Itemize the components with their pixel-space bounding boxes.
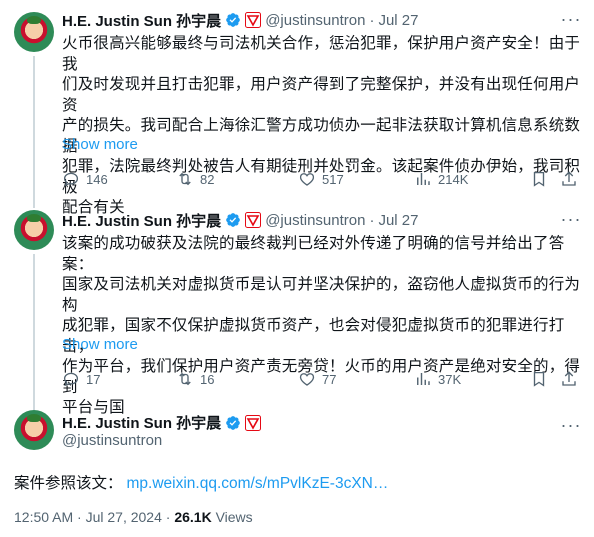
author-name[interactable]: H.E. Justin Sun 孙宇晨 — [62, 412, 221, 433]
tweet-header: H.E. Justin Sun 孙宇晨 @justinsuntron · Jul… — [62, 10, 419, 30]
views-chart-icon — [417, 373, 430, 385]
share-icon — [562, 171, 576, 186]
tron-affiliate-icon[interactable] — [245, 414, 262, 431]
author-name[interactable]: H.E. Justin Sun 孙宇晨 — [62, 210, 221, 231]
heart-icon — [299, 173, 315, 186]
tron-affiliate-icon[interactable] — [245, 212, 262, 228]
thread-connector-line — [33, 200, 35, 208]
separator-dot: · — [369, 211, 375, 229]
like-count: 517 — [322, 171, 344, 187]
avatar[interactable] — [14, 210, 54, 250]
reply-button[interactable]: 17 — [62, 370, 100, 388]
reply-count: 146 — [86, 171, 108, 187]
tweet-text: 该案的成功破获及法院的最终裁判已经对外传递了明确的信号并给出了答案： 国家及司法… — [62, 234, 582, 419]
thread-connector-line — [33, 402, 35, 410]
verified-badge-icon[interactable] — [225, 12, 241, 28]
reply-icon — [63, 172, 79, 187]
tweet-date[interactable]: Jul 27 — [378, 12, 418, 29]
main-views-count: 26.1K — [174, 509, 212, 525]
tweet-text-line: 产的损失。我司配合上海徐汇警方成功侦办一起非法获取计算机信息系统数据 — [62, 117, 581, 155]
tweet-header: H.E. Justin Sun 孙宇晨 @justinsuntron · Jul… — [62, 210, 419, 230]
reply-count: 17 — [86, 371, 101, 387]
tweet-text: 火币很高兴能够最终与司法机关合作，惩治犯罪，保护用户资产安全！由于我 们及时发现… — [62, 34, 582, 219]
views-chart-icon — [417, 173, 430, 185]
bookmark-button[interactable] — [530, 170, 548, 188]
verified-badge-icon[interactable] — [225, 212, 241, 228]
main-tweet-text: 案件参照该文： mp.weixin.qq.com/s/mPvlKzE-3cXN… — [14, 471, 388, 493]
author-handle[interactable]: @justinsuntron — [265, 12, 365, 29]
bookmark-button[interactable] — [530, 370, 548, 388]
share-icon — [562, 371, 576, 386]
separator-dot: · — [369, 11, 375, 29]
views-button[interactable]: 37K — [414, 370, 461, 388]
show-more-link[interactable]: Show more — [62, 136, 138, 153]
author-name[interactable]: H.E. Justin Sun 孙宇晨 — [62, 10, 221, 31]
more-dots-icon[interactable]: ··· — [560, 210, 582, 232]
article-link[interactable]: mp.weixin.qq.com/s/mPvlKzE-3cXN… — [127, 475, 389, 492]
tweet-text-line: 国家及司法机关对虚拟货币是认可并坚决保护的，盗窃他人虚拟货币的行为构 — [62, 276, 581, 314]
like-count: 77 — [322, 371, 337, 387]
retweet-button[interactable]: 82 — [176, 170, 214, 188]
thread-connector-line — [33, 254, 35, 406]
verified-badge-icon[interactable] — [225, 415, 241, 431]
tweet-text-line: 成犯罪，国家不仅保护虚拟货币资产，也会对侵犯虚拟货币的犯罪进行打击， — [62, 317, 565, 355]
views-label: Views — [215, 509, 253, 525]
reply-button[interactable]: 146 — [62, 170, 108, 188]
thread-tweet-1[interactable]: H.E. Justin Sun 孙宇晨 @justinsuntron · Jul… — [0, 0, 594, 216]
like-button[interactable]: 77 — [298, 370, 336, 388]
retweet-button[interactable]: 16 — [176, 370, 214, 388]
heart-icon — [299, 373, 315, 386]
tweet-date[interactable]: Jul 27 — [378, 212, 418, 229]
tweet-text-line: 火币很高兴能够最终与司法机关合作，惩治犯罪，保护用户资产安全！由于我 — [62, 35, 581, 73]
views-button[interactable]: 214K — [414, 170, 468, 188]
share-button[interactable] — [560, 370, 578, 388]
retweet-icon — [179, 372, 191, 386]
tweet-meta: 12:50 AM · Jul 27, 2024 · 26.1K Views — [14, 509, 253, 525]
more-dots-icon[interactable]: ··· — [560, 10, 582, 32]
tweet-text-line: 该案的成功破获及法院的最终裁判已经对外传递了明确的信号并给出了答案： — [62, 235, 565, 273]
views-count: 37K — [438, 371, 462, 387]
tweet-actions: 146 82 517 214K — [62, 170, 582, 190]
more-dots-icon[interactable]: ··· — [560, 416, 582, 438]
avatar[interactable] — [14, 410, 54, 450]
thread-connector-line — [33, 56, 35, 206]
bookmark-icon — [533, 171, 545, 187]
retweet-count: 16 — [200, 371, 215, 387]
like-button[interactable]: 517 — [298, 170, 344, 188]
retweet-count: 82 — [200, 171, 215, 187]
author-handle[interactable]: @justinsuntron — [62, 432, 162, 449]
show-more-link[interactable]: Show more — [62, 336, 138, 353]
tweet-text-line: 们及时发现并且打击犯罪，用户资产得到了完整保护，并没有出现任何用户资 — [62, 76, 581, 114]
tweet-actions: 17 16 77 37K — [62, 370, 582, 390]
tron-affiliate-icon[interactable] — [245, 12, 262, 28]
main-tweet-header: H.E. Justin Sun 孙宇晨 — [62, 412, 262, 433]
main-tweet-body: 案件参照该文： — [14, 475, 123, 492]
tweet-timestamp[interactable]: 12:50 AM · Jul 27, 2024 · — [14, 509, 170, 525]
avatar[interactable] — [14, 12, 54, 52]
thread-tweet-2[interactable]: H.E. Justin Sun 孙宇晨 @justinsuntron · Jul… — [0, 200, 594, 416]
views-count: 214K — [438, 171, 469, 187]
reply-icon — [63, 372, 79, 387]
share-button[interactable] — [560, 170, 578, 188]
author-handle[interactable]: @justinsuntron — [265, 212, 365, 229]
retweet-icon — [179, 172, 191, 186]
bookmark-icon — [533, 371, 545, 387]
